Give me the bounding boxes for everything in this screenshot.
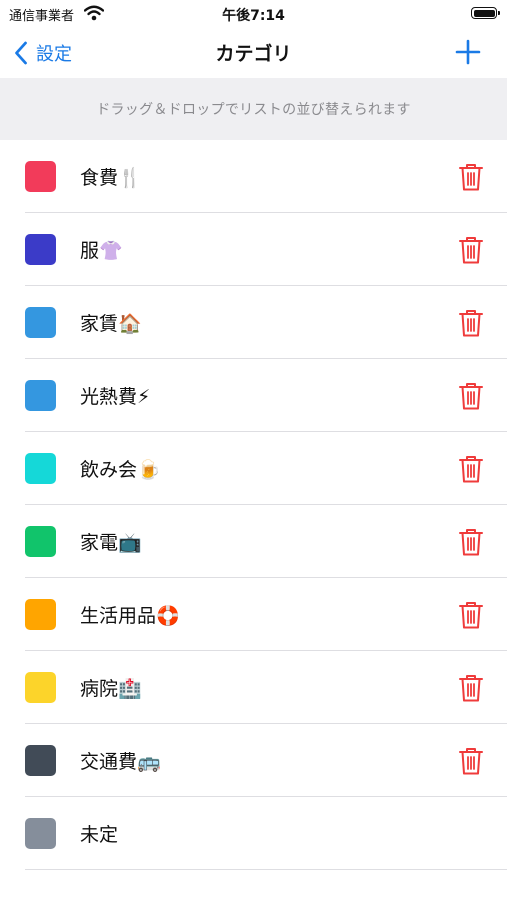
page-title: カテゴリ (215, 43, 292, 65)
trash-icon[interactable] (458, 746, 484, 776)
category-label: 食費🍴 (80, 167, 142, 189)
status-bar: 通信事業者 午後7:14 (0, 0, 507, 30)
category-color-swatch (25, 307, 56, 338)
category-row[interactable]: 生活用品🛟 (0, 578, 507, 651)
trash-icon[interactable] (458, 162, 484, 192)
status-time: 午後7:14 (222, 8, 285, 24)
category-label: 飲み会🍺 (80, 459, 161, 481)
category-label: 未定 (80, 824, 119, 846)
category-color-swatch (25, 234, 56, 265)
category-row[interactable]: 飲み会🍺 (0, 432, 507, 505)
category-row[interactable]: 家電📺 (0, 505, 507, 578)
battery-icon (471, 7, 500, 19)
trash-icon[interactable] (458, 600, 484, 630)
trash-icon[interactable] (458, 673, 484, 703)
trash-icon[interactable] (458, 308, 484, 338)
plus-icon[interactable] (455, 39, 481, 65)
category-color-swatch (25, 818, 56, 849)
category-label: 家電📺 (80, 532, 142, 554)
category-row[interactable]: 光熱費⚡ (0, 359, 507, 432)
trash-icon[interactable] (458, 454, 484, 484)
category-label: 家賃🏠 (80, 313, 142, 335)
category-color-swatch (25, 526, 56, 557)
category-label: 病院🏥 (80, 678, 142, 700)
category-color-swatch (25, 745, 56, 776)
category-color-swatch (25, 599, 56, 630)
category-row[interactable]: 家賃🏠 (0, 286, 507, 359)
reorder-hint-text: ドラッグ＆ドロップでリストの並び替えられます (96, 102, 411, 118)
category-label: 交通費🚌 (80, 751, 161, 773)
category-color-swatch (25, 380, 56, 411)
category-list: 食費🍴 服👚 家賃🏠 光熱費⚡ 飲み会🍺 家電📺 生活用品🛟 病院🏥 交通費🚌 … (0, 140, 507, 870)
category-row[interactable]: 病院🏥 (0, 651, 507, 724)
category-row[interactable]: 未定 (0, 797, 507, 870)
category-color-swatch (25, 161, 56, 192)
category-label: 光熱費⚡ (80, 386, 151, 408)
category-label: 生活用品🛟 (80, 605, 180, 627)
category-row[interactable]: 服👚 (0, 213, 507, 286)
category-label: 服👚 (80, 240, 123, 262)
category-color-swatch (25, 672, 56, 703)
trash-icon[interactable] (458, 527, 484, 557)
category-color-swatch (25, 453, 56, 484)
category-row[interactable]: 食費🍴 (0, 140, 507, 213)
reorder-hint-banner: ドラッグ＆ドロップでリストの並び替えられます (0, 78, 507, 140)
navigation-bar: 設定 カテゴリ (0, 30, 507, 78)
category-row[interactable]: 交通費🚌 (0, 724, 507, 797)
trash-icon[interactable] (458, 381, 484, 411)
trash-icon[interactable] (458, 235, 484, 265)
